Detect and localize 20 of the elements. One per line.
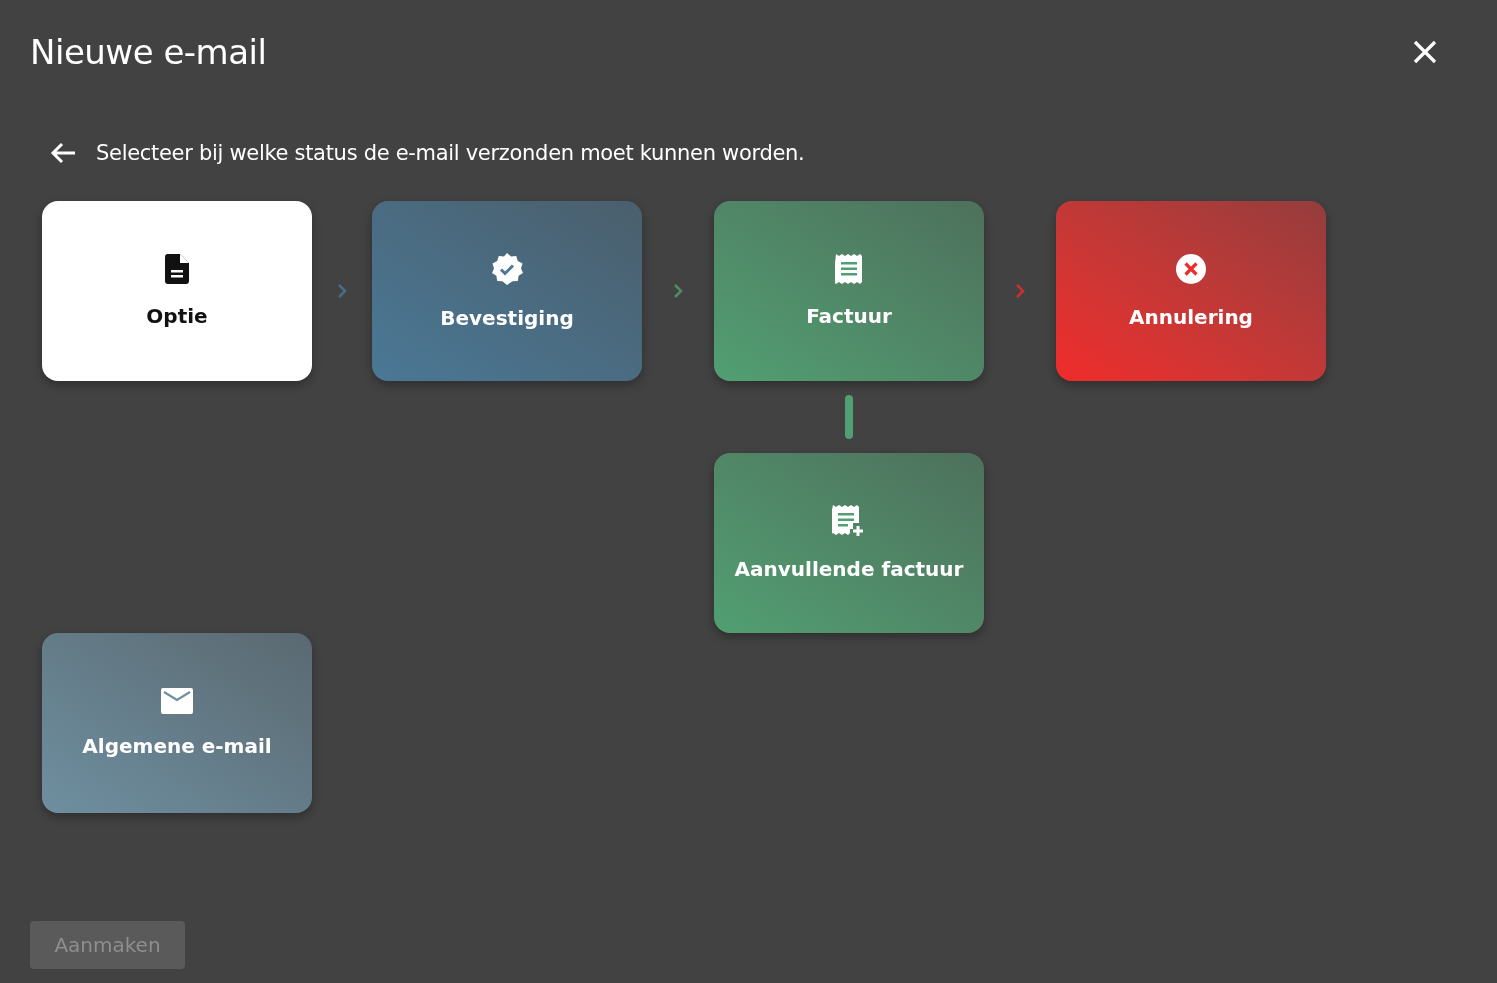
chevron-right-icon <box>337 283 347 299</box>
envelope-icon <box>161 688 193 714</box>
chevron-right-icon <box>673 283 683 299</box>
receipt-icon <box>835 254 863 284</box>
back-arrow-icon[interactable] <box>50 142 76 164</box>
connector-line <box>845 395 853 439</box>
verified-badge-icon <box>490 252 524 286</box>
status-card[interactable]: Annulering <box>1056 201 1326 381</box>
instruction-text: Selecteer bij welke status de e-mail verzonden moet kunnen worden. <box>96 141 805 165</box>
receipt-plus-icon <box>832 505 866 537</box>
status-card[interactable]: Optie <box>42 201 312 381</box>
status-card[interactable]: Factuur <box>714 201 984 381</box>
status-card[interactable]: Bevestiging <box>372 201 642 381</box>
chevron-right-icon <box>1015 283 1025 299</box>
dialog-title: Nieuwe e-mail <box>30 32 267 72</box>
document-icon <box>164 254 190 284</box>
status-card[interactable]: Algemene e-mail <box>42 633 312 813</box>
cancel-circle-icon <box>1175 253 1207 285</box>
close-icon[interactable] <box>1413 40 1437 64</box>
status-card[interactable]: Aanvullende factuur <box>714 453 984 633</box>
